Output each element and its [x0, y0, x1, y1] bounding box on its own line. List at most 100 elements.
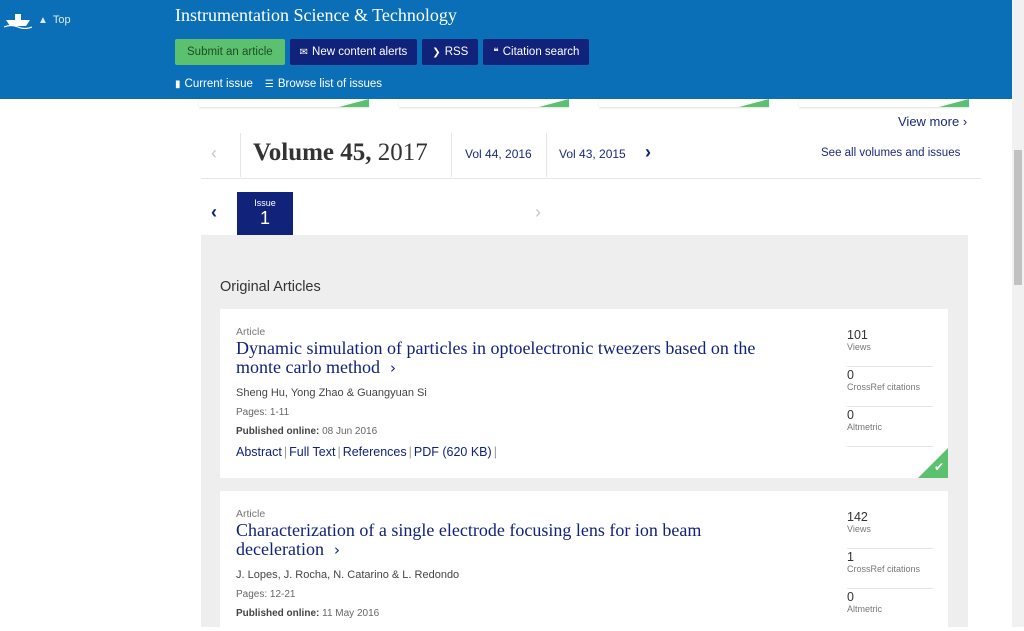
full-text-link[interactable]: Full Text — [289, 445, 335, 459]
chevron-right-icon: › — [389, 359, 396, 377]
volume-navigation: ‹ Volume 45, 2017 Vol 44, 2016 Vol 43, 2… — [201, 131, 981, 179]
quote-icon: ❝ — [493, 47, 499, 58]
article-links: Abstract | Full Text | References | PDF (620 K… — [236, 445, 499, 459]
current-volume-year: 2017 — [377, 139, 428, 166]
view-more-link[interactable]: View more › — [898, 114, 967, 129]
citation-label: Citation search — [502, 46, 580, 58]
views-metric: 101 Views — [847, 326, 933, 367]
chevron-right-icon: › — [333, 541, 340, 559]
published-date-value: 08 Jun 2016 — [322, 426, 378, 437]
book-icon: ▮ — [175, 79, 181, 90]
back-to-top-link[interactable]: ▲ Top — [38, 14, 71, 26]
divider — [546, 133, 547, 177]
chevron-right-icon: › — [962, 114, 968, 129]
featured-card-peek[interactable] — [799, 99, 969, 107]
featured-card-peek[interactable] — [199, 99, 369, 107]
separator: | — [408, 445, 412, 459]
page-scrollbar[interactable] — [1012, 0, 1024, 627]
issue-tab-1[interactable]: Issue 1 — [237, 192, 293, 241]
crossref-metric[interactable]: 0 CrossRef citations — [847, 366, 933, 407]
chevron-right-icon[interactable]: › — [645, 142, 651, 163]
browse-issues-link[interactable]: ☰ Browse list of issues — [265, 78, 382, 90]
article-title-link[interactable]: Characterization of a single electrode f… — [236, 521, 796, 560]
issue-subnav: ▮ Current issue ☰ Browse list of issues — [175, 78, 382, 90]
separator: | — [337, 445, 341, 459]
article-pages: Pages: 1-11 — [236, 407, 290, 418]
alerts-label: New content alerts — [312, 46, 408, 58]
metric-label: Views — [847, 342, 871, 352]
separator: | — [283, 445, 288, 459]
metric-value: 0 — [847, 368, 854, 382]
top-label: Top — [52, 14, 71, 26]
rss-button[interactable]: ❯ RSS — [422, 39, 479, 65]
current-issue-link[interactable]: ▮ Current issue — [175, 78, 253, 90]
volume-43-link[interactable]: Vol 43, 2015 — [559, 147, 626, 161]
current-issue-label: Current issue — [184, 78, 253, 90]
altmetric-metric[interactable]: 0 Altmetric — [847, 588, 933, 628]
article-type: Article — [236, 326, 266, 338]
access-flag — [739, 99, 769, 107]
section-heading: Original Articles — [220, 279, 321, 295]
altmetric-metric[interactable]: 0 Altmetric — [847, 406, 933, 447]
access-flag — [939, 99, 969, 107]
current-volume-label: Volume 45, — [253, 139, 372, 166]
published-date: Published online: 08 Jun 2016 — [236, 426, 377, 437]
check-icon: ✔ — [933, 460, 944, 474]
access-flag — [539, 99, 569, 107]
journal-title[interactable]: Instrumentation Science & Technology — [175, 5, 457, 26]
chevron-left-icon[interactable]: ‹ — [211, 202, 217, 223]
crossref-metric[interactable]: 1 CrossRef citations — [847, 548, 933, 589]
article-card: Article Dynamic simulation of particles … — [220, 309, 948, 478]
volume-44-link[interactable]: Vol 44, 2016 — [465, 147, 532, 161]
published-label: Published online: — [236, 608, 320, 619]
separator: | — [493, 445, 497, 459]
chevron-right-icon: › — [535, 202, 541, 222]
list-icon: ☰ — [264, 79, 274, 90]
metric-value: 0 — [847, 408, 854, 422]
metric-value: 142 — [847, 510, 868, 524]
current-volume: Volume 45, 2017 — [253, 139, 428, 167]
views-metric: 142 Views — [847, 508, 933, 549]
references-link[interactable]: References — [343, 445, 407, 459]
article-title: Dynamic simulation of particles in optoe… — [236, 338, 756, 377]
site-header: ▲ Top Instrumentation Science & Technolog… — [0, 0, 1012, 99]
metric-label: Altmetric — [847, 604, 883, 614]
metric-value: 0 — [847, 590, 854, 604]
divider — [451, 133, 452, 177]
see-all-volumes-link[interactable]: See all volumes and issues — [821, 147, 960, 159]
scrollbar-thumb[interactable] — [1014, 150, 1022, 285]
published-date-value: 11 May 2016 — [322, 608, 380, 619]
ship-logo-icon[interactable] — [4, 11, 32, 29]
rss-icon: ❯ — [432, 47, 441, 58]
issue-tab-label: Issue — [254, 198, 276, 208]
article-title-link[interactable]: Dynamic simulation of particles in optoe… — [236, 339, 796, 378]
article-card: Article Characterization of a single ele… — [220, 491, 948, 631]
published-date: Published online: 11 May 2016 — [236, 608, 379, 619]
article-authors: J. Lopes, J. Rocha, N. Catarino & L. Red… — [236, 569, 460, 581]
featured-card-peek[interactable] — [599, 99, 769, 107]
metric-value: 101 — [847, 328, 868, 342]
view-more-label: View more — [898, 114, 960, 129]
issue-tab-number: 1 — [259, 208, 270, 228]
new-content-alerts-button[interactable]: ✉ New content alerts — [289, 39, 418, 65]
submit-article-button[interactable]: Submit an article — [175, 39, 285, 65]
abstract-link[interactable]: Abstract — [236, 445, 282, 459]
browse-label: Browse list of issues — [277, 78, 383, 90]
article-pages: Pages: 12-21 — [236, 589, 296, 600]
divider — [240, 133, 241, 177]
chevron-up-icon: ▲ — [38, 15, 48, 26]
published-label: Published online: — [236, 426, 320, 437]
featured-card-peek[interactable] — [399, 99, 569, 107]
metric-label: CrossRef citations — [847, 564, 921, 574]
pdf-link[interactable]: PDF (620 KB) — [414, 445, 492, 459]
journal-actions: Submit an article ✉ New content alerts ❯ R… — [175, 39, 590, 65]
metric-label: Altmetric — [847, 422, 883, 432]
metric-label: Views — [847, 524, 871, 534]
citation-search-button[interactable]: ❝ Citation search — [483, 39, 590, 65]
rss-label: RSS — [444, 46, 469, 58]
article-authors: Sheng Hu, Yong Zhao & Guangyuan Si — [236, 387, 427, 399]
article-type: Article — [236, 508, 266, 520]
access-flag — [339, 99, 369, 107]
chevron-left-icon: ‹ — [211, 143, 217, 163]
metric-label: CrossRef citations — [847, 382, 921, 392]
